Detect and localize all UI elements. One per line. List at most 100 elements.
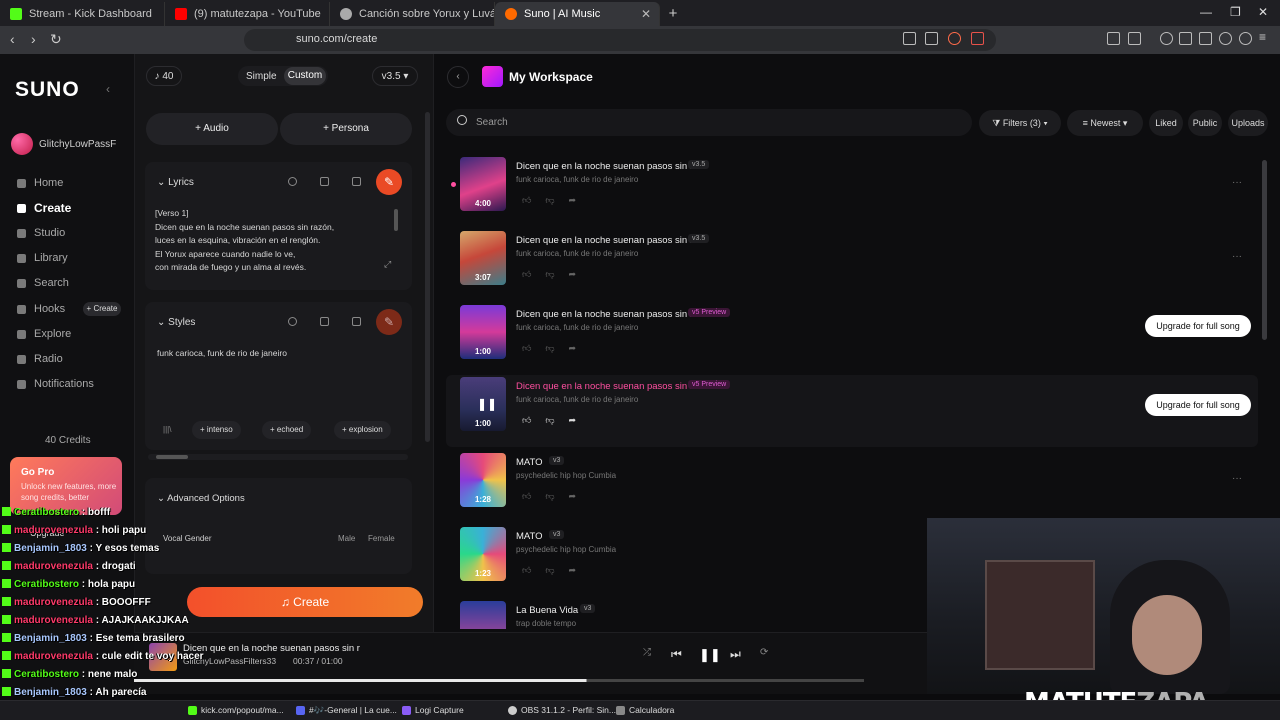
female-option[interactable]: Female: [368, 534, 395, 543]
pause-icon[interactable]: ❚❚: [477, 397, 497, 411]
workspace-title[interactable]: My Workspace: [509, 70, 593, 84]
list-item[interactable]: 1:00 ❚❚ Dicen que en la noche suenan pas…: [446, 375, 1258, 447]
song-genre[interactable]: funk carioca, funk de rio de janeiro: [516, 175, 638, 184]
sidebar-item-radio[interactable]: Radio: [17, 353, 63, 365]
more-options-icon[interactable]: ···: [1232, 473, 1242, 484]
shuffle-icon[interactable]: ⤮: [643, 647, 651, 658]
username[interactable]: GlitchyLowPassF: [39, 139, 116, 150]
song-title[interactable]: Dicen que en la noche suenan pasos sin r: [516, 161, 693, 172]
song-cover[interactable]: [460, 601, 506, 629]
restore-icon[interactable]: ❐: [1230, 5, 1241, 19]
styles-title[interactable]: ⌄ Styles: [157, 317, 195, 328]
share-icon[interactable]: [925, 32, 938, 45]
list-item[interactable]: 4:00 Dicen que en la noche suenan pasos …: [446, 155, 1258, 227]
player-title[interactable]: Dicen que en la noche suenan pasos sin r: [183, 643, 360, 654]
minimize-icon[interactable]: —: [1200, 5, 1212, 19]
tab-youtube[interactable]: (9) matutezapa - YouTube: [165, 2, 330, 26]
song-actions[interactable]: 👍︎👎︎➦: [522, 269, 590, 280]
menu-icon[interactable]: ≡: [1259, 30, 1272, 44]
undo-icon[interactable]: [288, 177, 297, 186]
sidebar-item-home[interactable]: Home: [17, 177, 63, 189]
brave-shield-icon[interactable]: [948, 32, 961, 45]
list-item[interactable]: 1:00 Dicen que en la noche suenan pasos …: [446, 303, 1258, 375]
tags-scroll-thumb[interactable]: [156, 455, 188, 459]
uploads-filter-button[interactable]: Uploads: [1228, 110, 1268, 136]
extensions-icon[interactable]: [1107, 32, 1120, 45]
song-title[interactable]: Dicen que en la noche suenan pasos sin r: [516, 381, 693, 392]
lyrics-textarea[interactable]: [Verso 1] Dicen que en la noche suenan p…: [155, 207, 385, 275]
forward-icon[interactable]: ›: [31, 31, 36, 47]
style-tag-chip[interactable]: + intenso: [192, 421, 241, 439]
taskbar-item[interactable]: kick.com/popout/ma...: [188, 705, 284, 715]
advanced-options-toggle[interactable]: ⌄ Advanced Options: [157, 493, 245, 504]
mode-custom-tab[interactable]: Custom: [284, 67, 326, 85]
song-genre[interactable]: psychedelic hip hop Cumbia: [516, 471, 616, 480]
music-icon[interactable]: [1160, 32, 1173, 45]
male-option[interactable]: Male: [338, 534, 355, 543]
mode-simple-tab[interactable]: Simple: [246, 71, 277, 82]
song-genre[interactable]: trap doble tempo: [516, 619, 576, 628]
song-title[interactable]: MATO: [516, 457, 543, 468]
taskbar-item[interactable]: Logi Capture: [402, 705, 464, 715]
lyrics-scrollbar[interactable]: [394, 209, 398, 231]
avatar[interactable]: [11, 133, 33, 155]
styles-textarea[interactable]: funk carioca, funk de rio de janeiro: [157, 348, 287, 358]
lyrics-title[interactable]: ⌄ Lyrics: [157, 177, 194, 188]
wallet-icon[interactable]: [1199, 32, 1212, 45]
song-title[interactable]: Dicen que en la noche suenan pasos sin r: [516, 309, 693, 320]
more-options-icon[interactable]: ···: [1232, 177, 1242, 188]
song-title[interactable]: La Buena Vida: [516, 605, 578, 616]
add-persona-button[interactable]: + Persona: [280, 113, 412, 145]
leo-icon[interactable]: [1219, 32, 1232, 45]
sidebar-item-studio[interactable]: Studio: [17, 227, 65, 239]
copy-icon[interactable]: [320, 317, 329, 326]
more-options-icon[interactable]: ···: [1232, 251, 1242, 262]
song-genre[interactable]: psychedelic hip hop Cumbia: [516, 545, 616, 554]
model-version-select[interactable]: v3.5 ▾: [372, 66, 418, 86]
song-actions[interactable]: 👍︎👎︎➦: [522, 565, 590, 576]
create-button[interactable]: ♫ Create: [187, 587, 423, 617]
style-tag-chip[interactable]: + explosion: [334, 421, 391, 439]
repeat-icon[interactable]: ⟳: [760, 647, 768, 658]
sidebar-item-library[interactable]: Library: [17, 252, 68, 264]
upgrade-full-song-button[interactable]: Upgrade for full song: [1145, 394, 1251, 416]
create-panel-scrollbar[interactable]: [425, 112, 430, 442]
upgrade-full-song-button[interactable]: Upgrade for full song: [1145, 315, 1251, 337]
url-text[interactable]: suno.com/create: [296, 33, 377, 45]
sidebar-item-hooks[interactable]: Hooks: [17, 303, 65, 315]
undo-icon[interactable]: [288, 317, 297, 326]
sidebar-item-create[interactable]: Create: [17, 201, 71, 215]
magic-wand-button[interactable]: ✎: [376, 309, 402, 335]
tag-list-icon[interactable]: |||\: [163, 425, 171, 434]
trash-icon[interactable]: [352, 177, 361, 186]
back-icon[interactable]: ‹: [10, 31, 15, 47]
liked-filter-button[interactable]: Liked: [1149, 110, 1183, 136]
public-filter-button[interactable]: Public: [1188, 110, 1222, 136]
song-title[interactable]: MATO: [516, 531, 543, 542]
sidebar-item-notifications[interactable]: Notifications: [17, 378, 94, 390]
close-window-icon[interactable]: ✕: [1258, 5, 1268, 19]
tab-suno[interactable]: Suno | AI Music ✕: [495, 2, 660, 26]
tab-kick[interactable]: Stream - Kick Dashboard: [0, 2, 165, 26]
sidebar-icon[interactable]: [1179, 32, 1192, 45]
song-actions[interactable]: 👍︎👎︎➦: [522, 491, 590, 502]
add-audio-button[interactable]: + Audio: [146, 113, 278, 145]
song-genre[interactable]: funk carioca, funk de rio de janeiro: [516, 249, 638, 258]
list-item[interactable]: 1:28 MATO v3 psychedelic hip hop Cumbia …: [446, 451, 1258, 523]
trash-icon[interactable]: [352, 317, 361, 326]
search-input[interactable]: [446, 109, 972, 136]
vpn-icon[interactable]: [1239, 32, 1252, 45]
list-item[interactable]: 3:07 Dicen que en la noche suenan pasos …: [446, 229, 1258, 301]
taskbar-item[interactable]: Calculadora: [616, 705, 674, 715]
sidebar-item-search[interactable]: Search: [17, 277, 69, 289]
song-genre[interactable]: funk carioca, funk de rio de janeiro: [516, 323, 638, 332]
new-tab-button[interactable]: +: [660, 2, 686, 26]
song-actions[interactable]: 👍︎👎︎➦: [522, 343, 590, 354]
back-button[interactable]: ‹: [447, 66, 469, 88]
reload-icon[interactable]: ↻: [50, 31, 62, 48]
screenshot-icon[interactable]: [1128, 32, 1141, 45]
close-tab-icon[interactable]: ✕: [641, 7, 651, 21]
song-actions[interactable]: 👍︎👎︎➦: [522, 195, 590, 206]
hooks-create-button[interactable]: + Create: [83, 302, 121, 316]
next-icon[interactable]: ⏭: [730, 647, 741, 662]
